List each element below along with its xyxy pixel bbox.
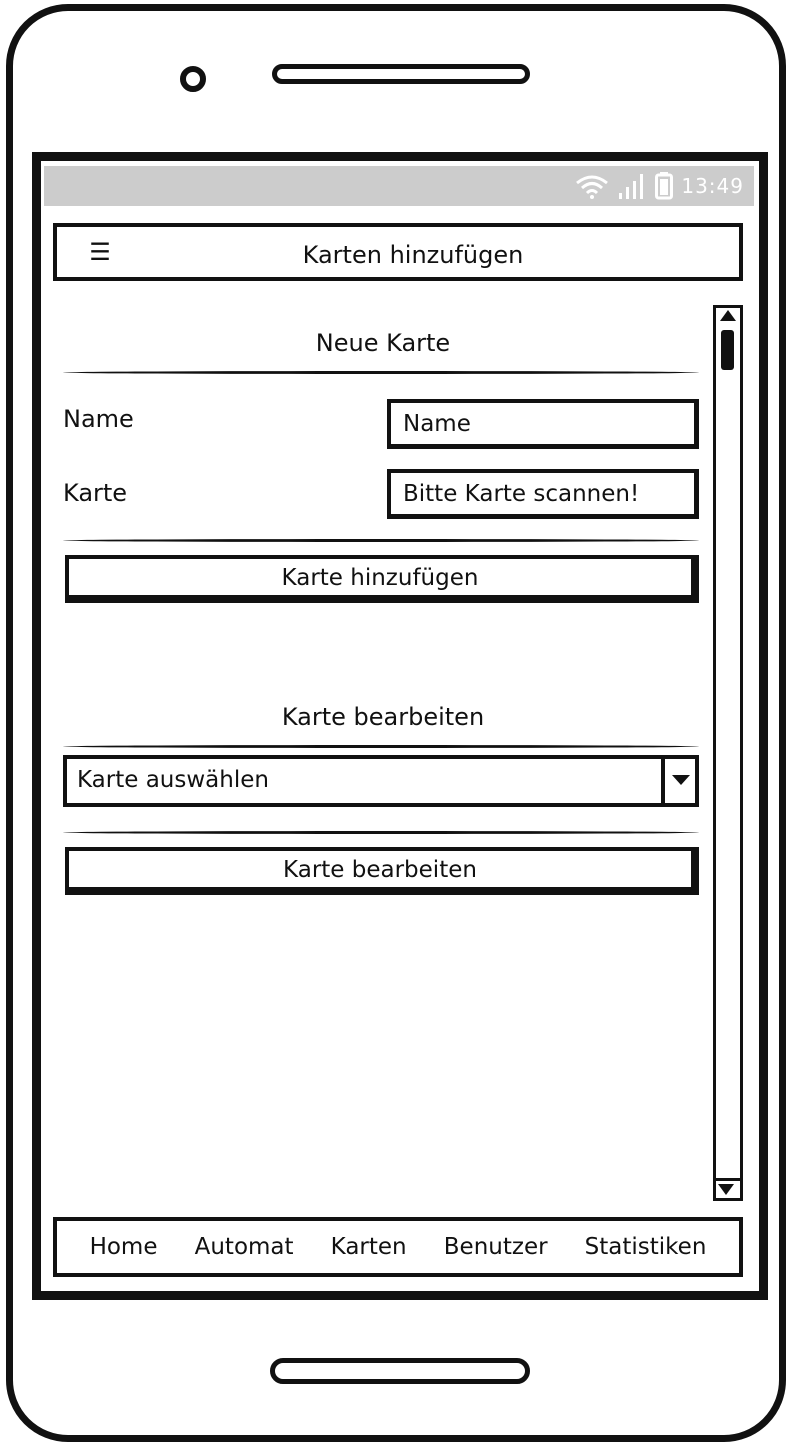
signal-icon (619, 174, 644, 199)
nav-item-automat[interactable]: Automat (195, 1234, 294, 1260)
edit-card-button[interactable]: Karte bearbeiten (65, 847, 699, 895)
nav-item-home[interactable]: Home (90, 1234, 158, 1260)
status-time: 13:49 (681, 174, 744, 198)
scroll-thumb[interactable] (721, 330, 734, 370)
phone-screen: 13:49 ☰ Karten hinzufügen Neue Karte Nam… (32, 152, 768, 1300)
card-label: Karte (63, 479, 128, 507)
scroll-down-arrow-icon[interactable] (718, 1184, 734, 1195)
app-header: ☰ Karten hinzufügen (53, 223, 743, 281)
add-card-button[interactable]: Karte hinzufügen (65, 555, 699, 603)
section-divider (63, 745, 699, 748)
page-title: Karten hinzufügen (302, 241, 524, 269)
vertical-scrollbar[interactable] (713, 305, 743, 1201)
home-button[interactable] (270, 1358, 530, 1384)
status-icons: 13:49 (575, 172, 744, 200)
status-bar: 13:49 (44, 166, 754, 206)
dropdown-selected-value: Karte auswählen (77, 767, 269, 793)
earpiece-speaker (272, 64, 530, 84)
name-label: Name (63, 405, 134, 433)
card-select-dropdown[interactable]: Karte auswählen (63, 755, 699, 807)
scroll-up-arrow-icon[interactable] (720, 310, 736, 321)
nav-item-statistiken[interactable]: Statistiken (585, 1234, 707, 1260)
nav-item-karten[interactable]: Karten (331, 1234, 407, 1260)
chevron-down-icon (672, 775, 690, 785)
new-card-section-title: Neue Karte (315, 329, 451, 357)
section-divider (63, 371, 699, 374)
front-camera-icon (180, 66, 206, 92)
battery-icon (655, 172, 674, 200)
scroll-down-button[interactable] (714, 1178, 742, 1200)
wifi-icon (576, 175, 609, 199)
dropdown-toggle[interactable] (661, 759, 695, 803)
edit-card-section-title: Karte bearbeiten (281, 703, 485, 731)
nav-item-benutzer[interactable]: Benutzer (444, 1234, 548, 1260)
section-divider (63, 831, 699, 834)
bottom-navigation: Home Automat Karten Benutzer Statistiken (53, 1217, 743, 1277)
section-divider (63, 539, 699, 542)
name-input[interactable] (387, 399, 699, 449)
card-scan-input[interactable] (387, 469, 699, 519)
